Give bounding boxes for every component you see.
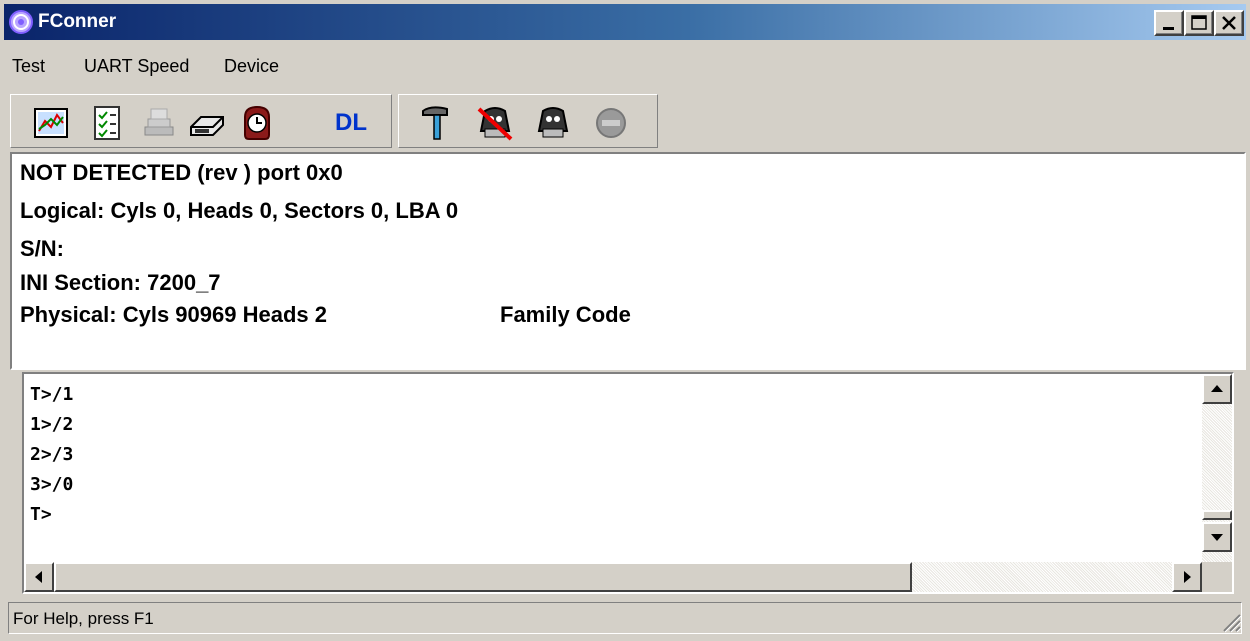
- close-button[interactable]: [1214, 10, 1244, 36]
- toolbar-group-1: DL: [10, 94, 392, 148]
- arrow-down-icon: [1211, 534, 1223, 541]
- stack-icon: [144, 108, 174, 136]
- menu-bar: Test UART Speed Device: [4, 46, 1246, 90]
- horizontal-scroll-thumb[interactable]: [54, 562, 912, 592]
- vertical-scroll-thumb[interactable]: [1202, 510, 1232, 520]
- hammer-button[interactable]: [417, 103, 457, 143]
- drive-icon: [190, 116, 224, 136]
- dl-button[interactable]: DL: [333, 103, 373, 143]
- stack-button[interactable]: [139, 103, 179, 143]
- menu-device[interactable]: Device: [224, 56, 279, 77]
- scroll-right-button[interactable]: [1172, 562, 1202, 592]
- clock-icon: [244, 105, 270, 140]
- window-title: FConner: [38, 11, 117, 32]
- vertical-scrollbar[interactable]: [1202, 374, 1232, 562]
- toolbar-group-2: [398, 94, 658, 148]
- scroll-up-button[interactable]: [1202, 374, 1232, 404]
- chart-icon: [34, 108, 68, 138]
- ini-section: INI Section: 7200_7: [20, 270, 221, 295]
- stop-icon: [596, 108, 626, 138]
- app-icon: [9, 10, 33, 34]
- serial-number: S/N:: [20, 236, 64, 261]
- horizontal-scrollbar[interactable]: [24, 562, 1202, 592]
- scroll-down-button[interactable]: [1202, 522, 1232, 552]
- heads-off-button[interactable]: [475, 103, 515, 143]
- scroll-corner: [1202, 562, 1232, 592]
- heads-icon: [537, 107, 569, 138]
- scroll-left-button[interactable]: [24, 562, 54, 592]
- minimize-button[interactable]: [1154, 10, 1184, 36]
- terminal-output[interactable]: T>/1 1>/2 2>/3 3>/0 T>: [22, 372, 1234, 594]
- arrow-right-icon: [1184, 571, 1191, 583]
- fconner-window: FConner Test UART Speed Device DL NOT DE…: [0, 0, 1250, 641]
- dl-label: DL: [335, 109, 367, 136]
- heads-button[interactable]: [533, 103, 573, 143]
- chart-button[interactable]: [31, 103, 71, 143]
- terminal-line: 3>/0: [30, 474, 74, 495]
- heads-off-icon: [477, 107, 513, 141]
- close-icon: [1222, 16, 1236, 30]
- status-bar: For Help, press F1: [4, 600, 1246, 637]
- resize-grip-icon[interactable]: [1220, 611, 1242, 633]
- stop-button[interactable]: [591, 103, 631, 143]
- terminal-line: 1>/2: [30, 414, 74, 435]
- terminal-line: T>: [30, 504, 52, 525]
- logical-geometry: Logical: Cyls 0, Heads 0, Sectors 0, LBA…: [20, 198, 459, 223]
- minimize-icon: [1163, 27, 1174, 30]
- hammer-icon: [422, 106, 448, 140]
- menu-uart-speed[interactable]: UART Speed: [84, 56, 189, 77]
- title-bar[interactable]: FConner: [4, 4, 1246, 40]
- checklist-button[interactable]: [87, 103, 127, 143]
- arrow-left-icon: [35, 571, 42, 583]
- arrow-up-icon: [1211, 385, 1223, 392]
- clock-button[interactable]: [237, 103, 277, 143]
- physical-geometry: Physical: Cyls 90969 Heads 2: [20, 302, 327, 327]
- device-info-panel: NOT DETECTED (rev ) port 0x0 Logical: Cy…: [10, 152, 1246, 370]
- family-code: Family Code: [500, 302, 631, 327]
- drive-button[interactable]: [187, 103, 227, 143]
- checklist-icon: [94, 106, 120, 140]
- toolbar: DL: [10, 92, 1246, 150]
- status-pane: For Help, press F1: [8, 602, 1242, 634]
- device-status: NOT DETECTED (rev ) port 0x0: [20, 160, 343, 185]
- terminal-line: 2>/3: [30, 444, 74, 465]
- terminal-line: T>/1: [30, 384, 74, 405]
- status-text: For Help, press F1: [13, 609, 154, 628]
- maximize-button[interactable]: [1184, 10, 1214, 36]
- maximize-icon: [1191, 15, 1207, 30]
- menu-test[interactable]: Test: [12, 56, 45, 77]
